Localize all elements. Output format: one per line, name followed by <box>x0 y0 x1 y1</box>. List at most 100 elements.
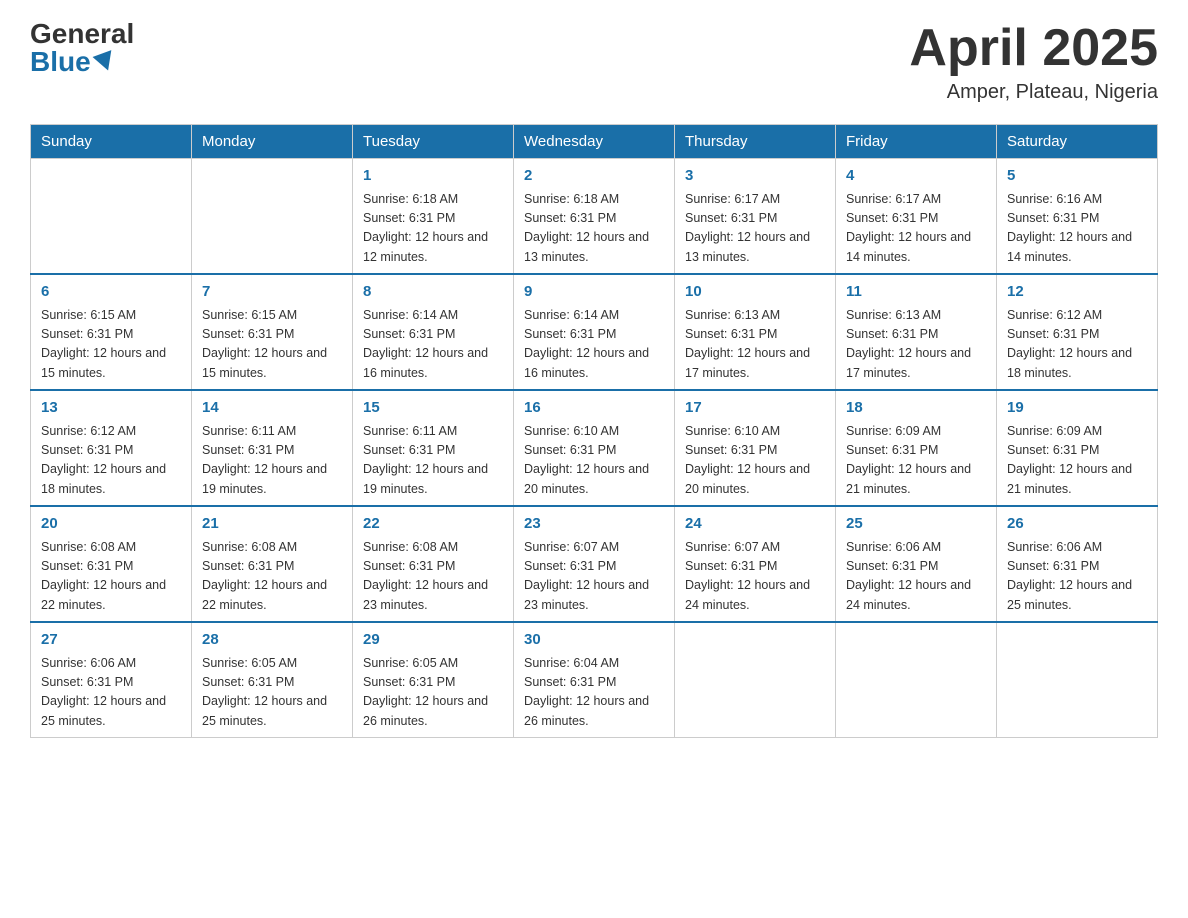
day-info: Sunrise: 6:10 AMSunset: 6:31 PMDaylight:… <box>685 422 825 500</box>
day-number: 23 <box>524 513 664 536</box>
calendar-cell: 6Sunrise: 6:15 AMSunset: 6:31 PMDaylight… <box>31 274 192 390</box>
day-number: 10 <box>685 281 825 304</box>
day-number: 19 <box>1007 397 1147 420</box>
day-number: 1 <box>363 165 503 188</box>
day-number: 12 <box>1007 281 1147 304</box>
logo-triangle-icon <box>92 50 117 74</box>
day-number: 13 <box>41 397 181 420</box>
day-info: Sunrise: 6:18 AMSunset: 6:31 PMDaylight:… <box>363 190 503 268</box>
day-number: 3 <box>685 165 825 188</box>
day-info: Sunrise: 6:09 AMSunset: 6:31 PMDaylight:… <box>846 422 986 500</box>
day-number: 22 <box>363 513 503 536</box>
day-info: Sunrise: 6:13 AMSunset: 6:31 PMDaylight:… <box>846 306 986 384</box>
day-number: 20 <box>41 513 181 536</box>
calendar-cell: 16Sunrise: 6:10 AMSunset: 6:31 PMDayligh… <box>514 390 675 506</box>
day-info: Sunrise: 6:05 AMSunset: 6:31 PMDaylight:… <box>363 654 503 732</box>
calendar-cell: 12Sunrise: 6:12 AMSunset: 6:31 PMDayligh… <box>997 274 1158 390</box>
calendar-cell: 20Sunrise: 6:08 AMSunset: 6:31 PMDayligh… <box>31 506 192 622</box>
day-info: Sunrise: 6:17 AMSunset: 6:31 PMDaylight:… <box>846 190 986 268</box>
calendar-cell: 19Sunrise: 6:09 AMSunset: 6:31 PMDayligh… <box>997 390 1158 506</box>
column-header-tuesday: Tuesday <box>353 125 514 159</box>
day-info: Sunrise: 6:10 AMSunset: 6:31 PMDaylight:… <box>524 422 664 500</box>
logo: General Blue <box>30 20 134 76</box>
logo-general-text: General <box>30 20 134 48</box>
day-info: Sunrise: 6:06 AMSunset: 6:31 PMDaylight:… <box>846 538 986 616</box>
calendar-cell: 15Sunrise: 6:11 AMSunset: 6:31 PMDayligh… <box>353 390 514 506</box>
day-info: Sunrise: 6:09 AMSunset: 6:31 PMDaylight:… <box>1007 422 1147 500</box>
calendar-cell: 2Sunrise: 6:18 AMSunset: 6:31 PMDaylight… <box>514 159 675 275</box>
day-info: Sunrise: 6:15 AMSunset: 6:31 PMDaylight:… <box>202 306 342 384</box>
day-number: 6 <box>41 281 181 304</box>
day-number: 14 <box>202 397 342 420</box>
calendar-cell: 26Sunrise: 6:06 AMSunset: 6:31 PMDayligh… <box>997 506 1158 622</box>
week-row-5: 27Sunrise: 6:06 AMSunset: 6:31 PMDayligh… <box>31 622 1158 738</box>
calendar-cell: 8Sunrise: 6:14 AMSunset: 6:31 PMDaylight… <box>353 274 514 390</box>
day-number: 7 <box>202 281 342 304</box>
calendar-cell: 18Sunrise: 6:09 AMSunset: 6:31 PMDayligh… <box>836 390 997 506</box>
day-info: Sunrise: 6:05 AMSunset: 6:31 PMDaylight:… <box>202 654 342 732</box>
day-info: Sunrise: 6:07 AMSunset: 6:31 PMDaylight:… <box>685 538 825 616</box>
week-row-3: 13Sunrise: 6:12 AMSunset: 6:31 PMDayligh… <box>31 390 1158 506</box>
calendar-cell: 1Sunrise: 6:18 AMSunset: 6:31 PMDaylight… <box>353 159 514 275</box>
calendar-cell <box>675 622 836 738</box>
day-info: Sunrise: 6:08 AMSunset: 6:31 PMDaylight:… <box>41 538 181 616</box>
day-number: 2 <box>524 165 664 188</box>
calendar-cell <box>31 159 192 275</box>
day-info: Sunrise: 6:16 AMSunset: 6:31 PMDaylight:… <box>1007 190 1147 268</box>
day-number: 25 <box>846 513 986 536</box>
calendar-cell: 9Sunrise: 6:14 AMSunset: 6:31 PMDaylight… <box>514 274 675 390</box>
day-info: Sunrise: 6:12 AMSunset: 6:31 PMDaylight:… <box>41 422 181 500</box>
calendar-cell: 27Sunrise: 6:06 AMSunset: 6:31 PMDayligh… <box>31 622 192 738</box>
day-info: Sunrise: 6:12 AMSunset: 6:31 PMDaylight:… <box>1007 306 1147 384</box>
calendar-cell <box>192 159 353 275</box>
day-number: 30 <box>524 629 664 652</box>
calendar-cell: 17Sunrise: 6:10 AMSunset: 6:31 PMDayligh… <box>675 390 836 506</box>
logo-blue-text: Blue <box>30 48 115 76</box>
day-number: 8 <box>363 281 503 304</box>
day-info: Sunrise: 6:11 AMSunset: 6:31 PMDaylight:… <box>202 422 342 500</box>
calendar-cell: 28Sunrise: 6:05 AMSunset: 6:31 PMDayligh… <box>192 622 353 738</box>
calendar-cell: 25Sunrise: 6:06 AMSunset: 6:31 PMDayligh… <box>836 506 997 622</box>
day-info: Sunrise: 6:14 AMSunset: 6:31 PMDaylight:… <box>524 306 664 384</box>
column-header-wednesday: Wednesday <box>514 125 675 159</box>
week-row-1: 1Sunrise: 6:18 AMSunset: 6:31 PMDaylight… <box>31 159 1158 275</box>
day-number: 24 <box>685 513 825 536</box>
day-info: Sunrise: 6:17 AMSunset: 6:31 PMDaylight:… <box>685 190 825 268</box>
calendar-header-row: SundayMondayTuesdayWednesdayThursdayFrid… <box>31 125 1158 159</box>
column-header-saturday: Saturday <box>997 125 1158 159</box>
day-info: Sunrise: 6:18 AMSunset: 6:31 PMDaylight:… <box>524 190 664 268</box>
calendar-cell: 10Sunrise: 6:13 AMSunset: 6:31 PMDayligh… <box>675 274 836 390</box>
day-number: 15 <box>363 397 503 420</box>
day-number: 9 <box>524 281 664 304</box>
day-info: Sunrise: 6:04 AMSunset: 6:31 PMDaylight:… <box>524 654 664 732</box>
week-row-2: 6Sunrise: 6:15 AMSunset: 6:31 PMDaylight… <box>31 274 1158 390</box>
day-number: 11 <box>846 281 986 304</box>
day-info: Sunrise: 6:06 AMSunset: 6:31 PMDaylight:… <box>41 654 181 732</box>
page-header: General Blue April 2025 Amper, Plateau, … <box>30 20 1158 104</box>
calendar-cell: 22Sunrise: 6:08 AMSunset: 6:31 PMDayligh… <box>353 506 514 622</box>
calendar-table: SundayMondayTuesdayWednesdayThursdayFrid… <box>30 124 1158 738</box>
calendar-cell <box>836 622 997 738</box>
day-number: 5 <box>1007 165 1147 188</box>
day-info: Sunrise: 6:08 AMSunset: 6:31 PMDaylight:… <box>363 538 503 616</box>
day-number: 16 <box>524 397 664 420</box>
title-block: April 2025 Amper, Plateau, Nigeria <box>909 20 1158 104</box>
calendar-cell: 21Sunrise: 6:08 AMSunset: 6:31 PMDayligh… <box>192 506 353 622</box>
day-info: Sunrise: 6:11 AMSunset: 6:31 PMDaylight:… <box>363 422 503 500</box>
column-header-monday: Monday <box>192 125 353 159</box>
day-info: Sunrise: 6:15 AMSunset: 6:31 PMDaylight:… <box>41 306 181 384</box>
day-info: Sunrise: 6:07 AMSunset: 6:31 PMDaylight:… <box>524 538 664 616</box>
calendar-cell: 30Sunrise: 6:04 AMSunset: 6:31 PMDayligh… <box>514 622 675 738</box>
day-info: Sunrise: 6:14 AMSunset: 6:31 PMDaylight:… <box>363 306 503 384</box>
day-number: 26 <box>1007 513 1147 536</box>
column-header-thursday: Thursday <box>675 125 836 159</box>
calendar-cell: 11Sunrise: 6:13 AMSunset: 6:31 PMDayligh… <box>836 274 997 390</box>
calendar-cell: 13Sunrise: 6:12 AMSunset: 6:31 PMDayligh… <box>31 390 192 506</box>
day-number: 21 <box>202 513 342 536</box>
day-number: 18 <box>846 397 986 420</box>
calendar-cell: 29Sunrise: 6:05 AMSunset: 6:31 PMDayligh… <box>353 622 514 738</box>
day-info: Sunrise: 6:08 AMSunset: 6:31 PMDaylight:… <box>202 538 342 616</box>
location-subtitle: Amper, Plateau, Nigeria <box>909 81 1158 104</box>
calendar-cell: 23Sunrise: 6:07 AMSunset: 6:31 PMDayligh… <box>514 506 675 622</box>
week-row-4: 20Sunrise: 6:08 AMSunset: 6:31 PMDayligh… <box>31 506 1158 622</box>
